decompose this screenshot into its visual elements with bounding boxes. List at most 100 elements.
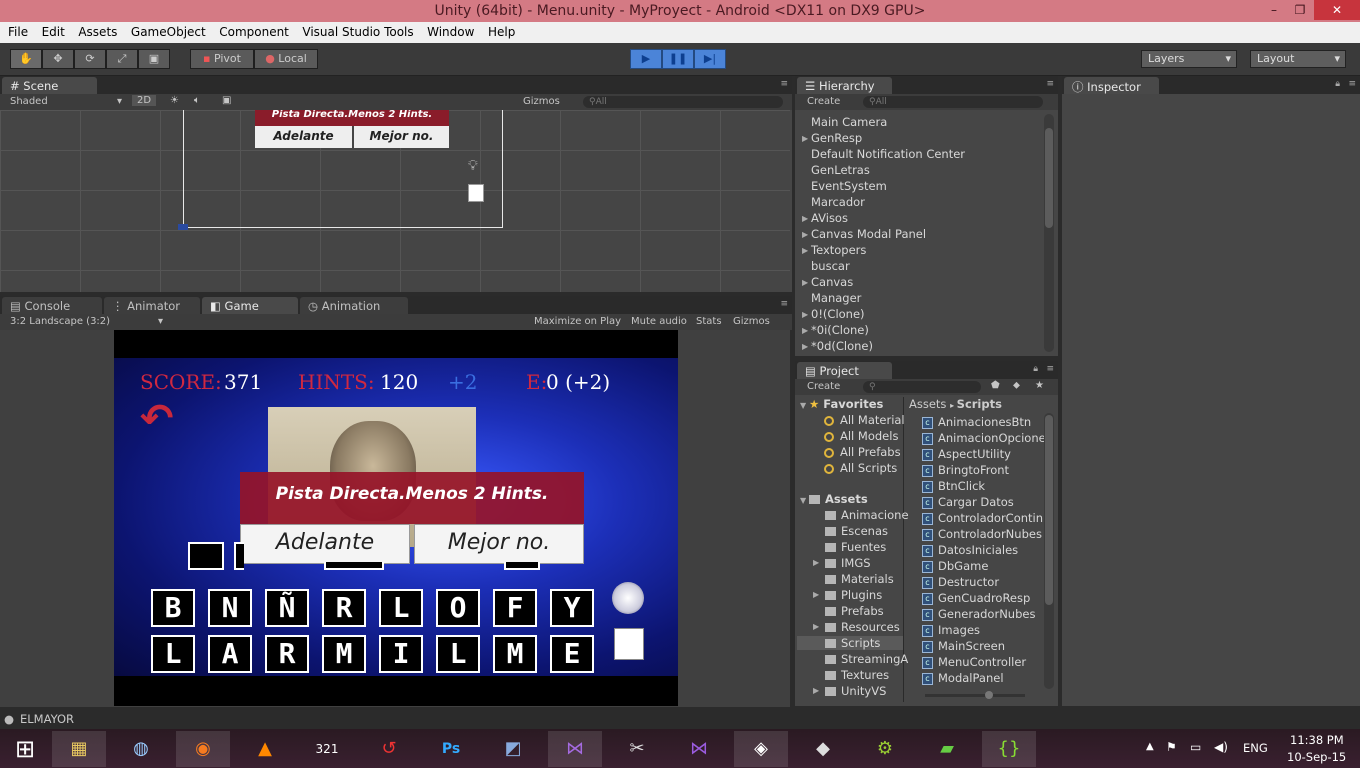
scale-tool-button[interactable]: ⤢ — [106, 49, 138, 69]
clock-time[interactable]: 11:38 PM — [1290, 733, 1344, 747]
favorite-item[interactable]: All Models — [824, 429, 898, 443]
bluestacks-icon[interactable]: ▰ — [920, 731, 974, 767]
expand-arrow-icon[interactable]: ▶ — [813, 590, 819, 599]
vlc-icon[interactable]: ▲ — [238, 731, 292, 767]
hierarchy-item[interactable]: Canvas Modal Panel — [811, 227, 926, 241]
letter-tile[interactable]: Ñ — [265, 589, 309, 627]
hierarchy-item[interactable]: Textopers — [811, 243, 866, 257]
gizmos-dropdown[interactable]: Gizmos — [523, 96, 560, 107]
letter-tile[interactable]: L — [436, 635, 480, 673]
rotate-tool-button[interactable]: ⟳ — [74, 49, 106, 69]
hierarchy-item[interactable]: GenLetras — [811, 163, 870, 177]
unity-icon[interactable]: ◈ — [734, 731, 788, 767]
hand-tool-button[interactable]: ✋ — [10, 49, 42, 69]
folder-item[interactable]: ▶ Resources — [813, 620, 903, 634]
menu-gameobject[interactable]: GameObject — [131, 22, 206, 39]
tab-inspector[interactable]: ⓘ Inspector — [1064, 77, 1159, 94]
expand-arrow-icon[interactable]: ▶ — [802, 134, 808, 143]
cancel-button[interactable]: Mejor no. — [414, 524, 584, 564]
scene-search-input[interactable]: ⚲All — [583, 96, 783, 108]
script-file[interactable]: c Images — [922, 623, 1044, 637]
expand-arrow-icon[interactable]: ▶ — [802, 214, 808, 223]
folder-item[interactable]: Escenas — [825, 524, 903, 538]
expand-arrow-icon[interactable]: ▶ — [813, 622, 819, 631]
scrollbar-thumb[interactable] — [1045, 415, 1053, 605]
menu-window[interactable]: Window — [427, 22, 474, 39]
tab-animation[interactable]: ◷ Animation — [300, 297, 408, 314]
scene-popup-panel[interactable]: Pista Directa.Menos 2 Hints. — [255, 110, 449, 126]
move-tool-button[interactable]: ✥ — [42, 49, 74, 69]
slider-handle[interactable] — [985, 691, 993, 699]
folder-item[interactable]: Scripts — [797, 636, 903, 650]
menu-file[interactable]: File — [8, 22, 28, 39]
script-file[interactable]: c AnimacionOpcione — [922, 431, 1044, 445]
letter-tile[interactable]: M — [322, 635, 366, 673]
project-scrollbar[interactable] — [1044, 413, 1054, 689]
hierarchy-item[interactable]: Main Camera — [811, 115, 887, 129]
folder-item[interactable]: Textures — [825, 668, 903, 682]
stats-toggle[interactable]: Stats — [696, 316, 722, 327]
hierarchy-item[interactable]: GenResp — [811, 131, 862, 145]
favorite-item[interactable]: All Material — [824, 413, 905, 427]
script-file[interactable]: c ControladorContin — [922, 511, 1044, 525]
scene-cancel-button[interactable]: Mejor no. — [354, 126, 449, 148]
answer-slot[interactable] — [188, 542, 224, 570]
project-search-input[interactable]: ⚲ — [863, 381, 981, 393]
filter-label-icon[interactable]: ⬥ — [1013, 380, 1020, 391]
expand-arrow-icon[interactable]: ▶ — [802, 278, 808, 287]
answer-slot[interactable] — [234, 542, 244, 570]
letter-tile[interactable]: Y — [550, 589, 594, 627]
menu-assets[interactable]: Assets — [78, 22, 117, 39]
letter-tile[interactable]: L — [151, 635, 195, 673]
firefox-icon[interactable]: ◉ — [176, 731, 230, 767]
layers-dropdown[interactable]: Layers ▾ — [1141, 50, 1237, 68]
menu-component[interactable]: Component — [219, 22, 289, 39]
lighting-icon[interactable]: ☀ — [170, 95, 179, 106]
script-file[interactable]: c AnimacionesBtn — [922, 415, 1044, 429]
icon-size-slider[interactable] — [925, 691, 1025, 699]
menu-edit[interactable]: Edit — [42, 22, 65, 39]
expand-arrow-icon[interactable]: ▶ — [813, 558, 819, 567]
hierarchy-item[interactable]: Canvas — [811, 275, 853, 289]
app-icon[interactable]: ◩ — [486, 731, 540, 767]
scene-view[interactable]: Pista Directa.Menos 2 Hints. Adelante Me… — [0, 110, 790, 292]
script-file[interactable]: c GenCuadroResp — [922, 591, 1044, 605]
panel-menu-icon[interactable]: ≡ — [1046, 364, 1054, 374]
tab-animator[interactable]: ⋮ Animator — [104, 297, 200, 314]
shading-dropdown[interactable]: Shaded — [10, 96, 48, 107]
hierarchy-item[interactable]: Default Notification Center — [811, 147, 965, 161]
hierarchy-scrollbar[interactable] — [1044, 114, 1054, 352]
panel-menu-icon[interactable]: ≡ — [1046, 79, 1054, 89]
pause-button[interactable]: ❚❚ — [662, 49, 694, 69]
letter-tile[interactable]: R — [322, 589, 366, 627]
scene-continue-button[interactable]: Adelante — [255, 126, 352, 148]
letter-tile[interactable]: R — [265, 635, 309, 673]
hierarchy-create-dropdown[interactable]: Create — [807, 96, 840, 107]
game-gizmos-dropdown[interactable]: Gizmos — [733, 316, 770, 327]
script-file[interactable]: c BtnClick — [922, 479, 1044, 493]
effects-icon[interactable]: ▣ — [222, 95, 231, 106]
minimize-button[interactable]: – — [1260, 0, 1288, 20]
local-toggle[interactable]: ● Local — [254, 49, 318, 69]
folder-item[interactable]: ▶ Plugins — [813, 588, 903, 602]
expand-arrow-icon[interactable]: ▶ — [802, 310, 808, 319]
hierarchy-item[interactable]: Marcador — [811, 195, 865, 209]
volume-icon[interactable]: ◀) — [1214, 740, 1228, 754]
folder-item[interactable]: ▶ UnityVS — [813, 684, 903, 698]
mode-2d-toggle[interactable]: 2D — [132, 95, 157, 106]
lock-icon[interactable]: 🔒︎ — [1335, 79, 1340, 89]
script-file[interactable]: c AspectUtility — [922, 447, 1044, 461]
network-app-icon[interactable]: ◍ — [114, 731, 168, 767]
clock-date[interactable]: 10-Sep-15 — [1287, 750, 1346, 764]
folder-item[interactable]: Prefabs — [825, 604, 903, 618]
expand-arrow-icon[interactable]: ▶ — [802, 246, 808, 255]
folder-item[interactable]: StreamingA — [825, 652, 908, 666]
back-arrow-icon[interactable]: ↶ — [140, 396, 174, 442]
hierarchy-item[interactable]: *0d(Clone) — [811, 339, 873, 353]
continue-button[interactable]: Adelante — [240, 524, 410, 564]
chevron-up-icon[interactable]: ▲ — [1146, 741, 1154, 752]
script-file[interactable]: c GeneradorNubes — [922, 607, 1044, 621]
script-file[interactable]: c DbGame — [922, 559, 1044, 573]
script-file[interactable]: c ModalPanel — [922, 671, 1044, 685]
status-text[interactable]: ELMAYOR — [20, 712, 74, 726]
